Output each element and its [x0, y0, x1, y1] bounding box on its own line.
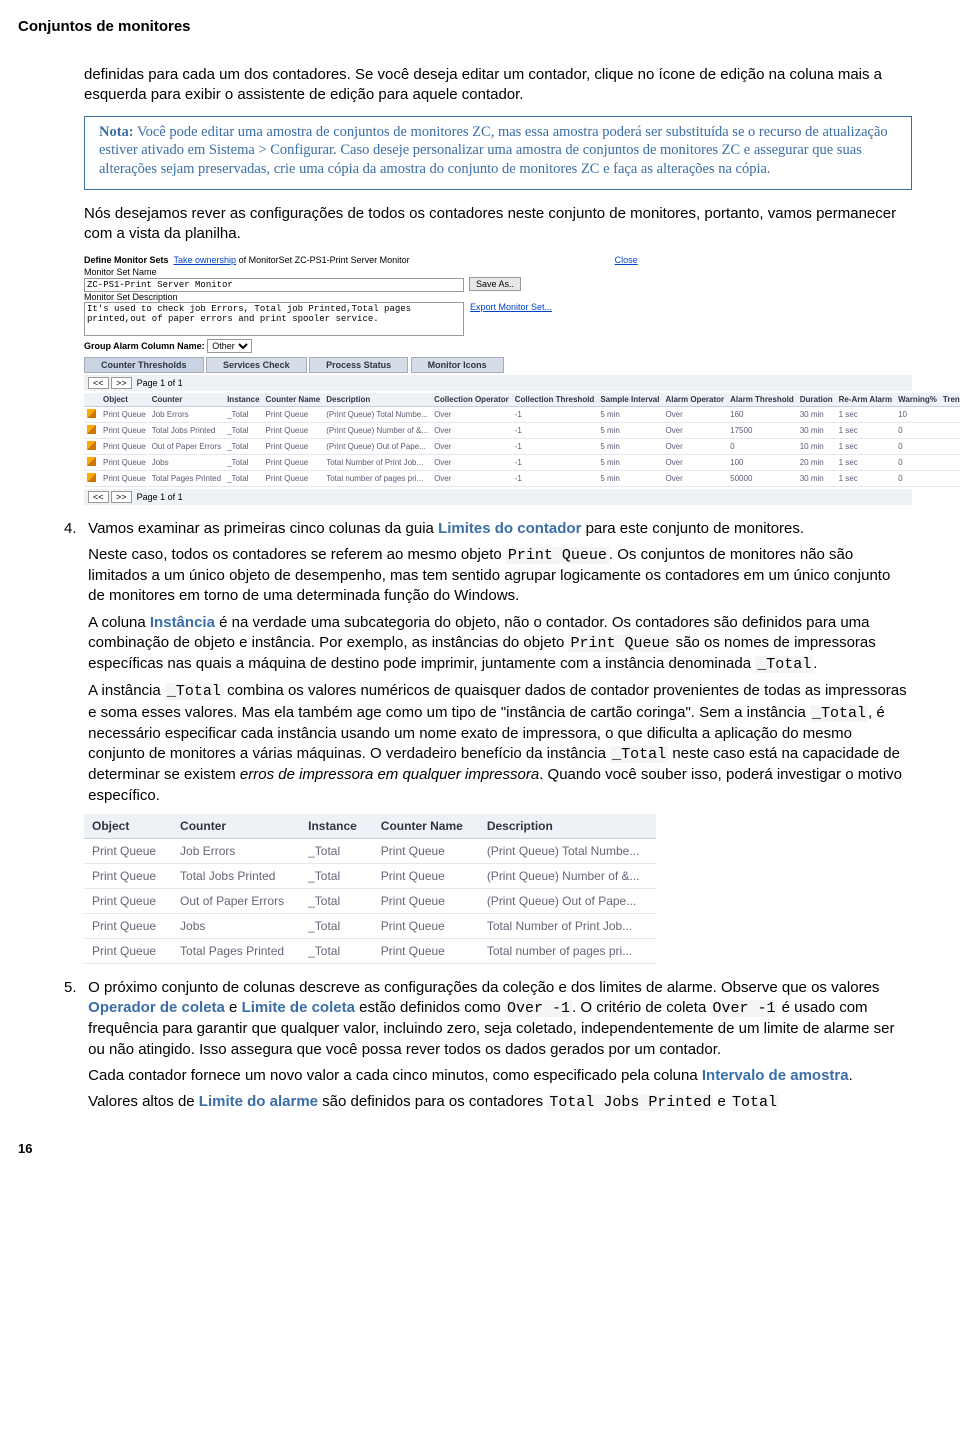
- mono-total: _Total: [610, 746, 668, 763]
- five-column-table: ObjectCounterInstanceCounter NameDescrip…: [84, 814, 656, 964]
- col-header: Trend Activated?: [940, 393, 960, 407]
- table-row: Print QueueJobs_TotalPrint QueueTotal Nu…: [84, 913, 656, 938]
- table-row: Print QueueTotal Pages Printed_TotalPrin…: [84, 938, 656, 963]
- edit-icon[interactable]: [87, 441, 96, 450]
- table-row: Print QueueJob Errors_TotalPrint Queue (…: [84, 406, 960, 422]
- pager-text: Page 1 of 1: [137, 492, 183, 502]
- col-header: Instance: [224, 393, 262, 407]
- mono-print-queue: Print Queue: [506, 547, 609, 564]
- col-header: Warning%: [895, 393, 940, 407]
- group-alarm-label: Group Alarm Column Name:: [84, 341, 205, 351]
- tabs-row: Counter Thresholds Services Check Proces…: [84, 357, 912, 373]
- take-ownership-link[interactable]: Take ownership: [174, 255, 237, 265]
- table-row: Print QueueJobs_TotalPrint Queue Total N…: [84, 454, 960, 470]
- monitor-set-name-label: Monitor Set Name: [84, 267, 157, 277]
- pager-top: << >> Page 1 of 1: [84, 375, 912, 391]
- mono-print-queue: Print Queue: [568, 635, 671, 652]
- group-alarm-select[interactable]: Other: [207, 339, 252, 353]
- table-row: Print QueueTotal Jobs Printed_TotalPrint…: [84, 863, 656, 888]
- col-header: Object: [84, 814, 172, 839]
- table-row: Print QueueJob Errors_TotalPrint Queue(P…: [84, 838, 656, 863]
- mono-over-1: Over -1: [710, 1000, 777, 1017]
- col-header: Description: [479, 814, 656, 839]
- col-header: Alarm Threshold: [727, 393, 797, 407]
- intro-paragraph: definidas para cada um dos contadores. S…: [84, 65, 912, 106]
- edit-icon[interactable]: [87, 457, 96, 466]
- monitor-set-name-input[interactable]: [84, 278, 464, 292]
- pager-next-button[interactable]: >>: [111, 377, 132, 389]
- mono-over-1: Over -1: [505, 1000, 572, 1017]
- mono-total: _Total: [755, 656, 813, 673]
- col-header: Description: [323, 393, 431, 407]
- col-header: Counter Name: [373, 814, 479, 839]
- note-label: Nota:: [99, 124, 134, 140]
- col-header: Collection Operator: [431, 393, 512, 407]
- edit-icon[interactable]: [87, 473, 96, 482]
- save-as-button[interactable]: Save As..: [469, 277, 521, 291]
- italic-erros: erros de impressora em qualquer impresso…: [240, 766, 539, 783]
- table-row: Print QueueOut of Paper Errors_TotalPrin…: [84, 888, 656, 913]
- col-header: Instance: [300, 814, 373, 839]
- pager-text: Page 1 of 1: [137, 378, 183, 388]
- pager-bottom: << >> Page 1 of 1: [84, 489, 912, 505]
- tab-monitor-icons[interactable]: Monitor Icons: [411, 357, 504, 373]
- pager-next-button[interactable]: >>: [111, 491, 132, 503]
- col-header: Counter: [149, 393, 224, 407]
- bold-intervalo-amostra: Intervalo de amostra: [702, 1067, 849, 1084]
- list-number: 5.: [64, 978, 84, 998]
- col-header: Re-Arm Alarm: [836, 393, 896, 407]
- close-link[interactable]: Close: [615, 255, 638, 265]
- edit-icon[interactable]: [87, 409, 96, 418]
- tab-counter-thresholds[interactable]: Counter Thresholds: [84, 357, 204, 373]
- table-row: Print QueueOut of Paper Errors_TotalPrin…: [84, 438, 960, 454]
- monitor-set-desc-label: Monitor Set Description: [84, 292, 178, 302]
- bold-limite-alarme: Limite do alarme: [199, 1093, 318, 1110]
- bold-limite-coleta: Limite de coleta: [242, 999, 355, 1016]
- tab-services-check[interactable]: Services Check: [206, 357, 307, 373]
- col-header: Object: [100, 393, 149, 407]
- col-header: Counter: [172, 814, 300, 839]
- col-header: Duration: [797, 393, 836, 407]
- col-header: Collection Threshold: [512, 393, 598, 407]
- mono-total-jobs-printed: Total Jobs Printed: [547, 1094, 713, 1111]
- tab-process-status[interactable]: Process Status: [309, 357, 408, 373]
- counter-thresholds-table: ObjectCounterInstanceCounter NameDescrip…: [84, 393, 960, 487]
- pager-prev-button[interactable]: <<: [88, 491, 109, 503]
- bold-instancia: Instância: [150, 614, 215, 631]
- pager-prev-button[interactable]: <<: [88, 377, 109, 389]
- note-text: Você pode editar uma amostra de conjunto…: [99, 124, 888, 178]
- page-number: 16: [18, 1141, 912, 1156]
- table-row: Print QueueTotal Jobs Printed_TotalPrint…: [84, 422, 960, 438]
- list-item-5: 5. O próximo conjunto de colunas descrev…: [64, 978, 912, 1114]
- monitor-set-desc-input[interactable]: It's used to check job Errors, Total job…: [84, 302, 464, 336]
- edit-icon[interactable]: [87, 425, 96, 434]
- table-row: Print QueueTotal Pages Printed_TotalPrin…: [84, 470, 960, 486]
- define-label: Define Monitor Sets: [84, 255, 169, 265]
- bold-limites-do-contador: Limites do contador: [438, 520, 581, 537]
- list-item-4: 4. Vamos examinar as primeiras cinco col…: [64, 519, 912, 806]
- col-header: Counter Name: [263, 393, 324, 407]
- paragraph-after-note: Nós desejamos rever as configurações de …: [84, 204, 912, 245]
- mono-total: _Total: [810, 705, 868, 722]
- bold-operador-coleta: Operador de coleta: [88, 999, 225, 1016]
- take-ownership-rest: of MonitorSet ZC-PS1-Print Server Monito…: [236, 255, 410, 265]
- page-title: Conjuntos de monitores: [18, 18, 912, 35]
- list-number: 4.: [64, 519, 84, 539]
- mono-total: _Total: [165, 683, 223, 700]
- export-monitor-set-link[interactable]: Export Monitor Set...: [470, 302, 552, 312]
- col-header: Alarm Operator: [662, 393, 727, 407]
- note-box: Nota: Você pode editar uma amostra de co…: [84, 116, 912, 191]
- monitor-set-screenshot: Define Monitor Sets Take ownership of Mo…: [84, 255, 912, 505]
- mono-total: Total: [730, 1094, 779, 1111]
- col-header: Sample Interval: [597, 393, 662, 407]
